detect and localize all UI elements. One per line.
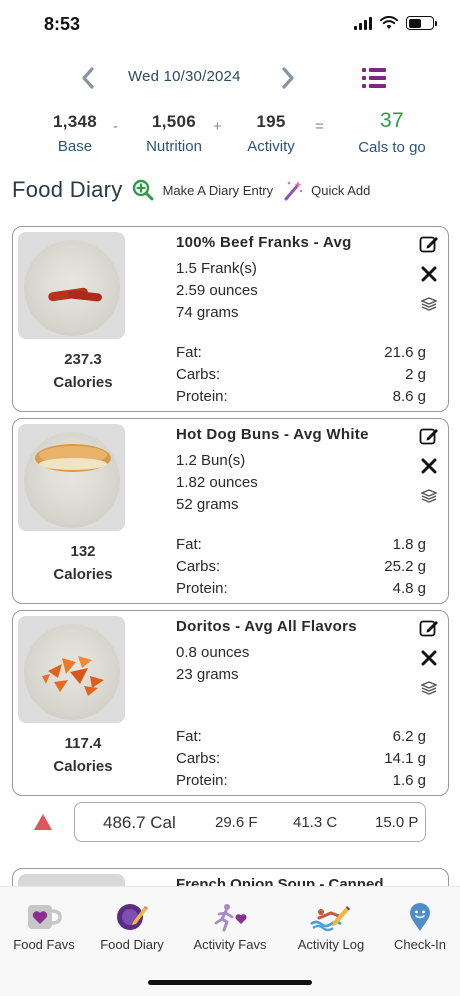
protein-row: Protein: 8.6 g <box>176 388 426 405</box>
location-pin-icon <box>410 903 430 931</box>
calorie-count: 237.3 Calories <box>53 351 113 391</box>
entry-actions <box>418 233 440 323</box>
serving-line: 1.5 Frank(s) <box>176 260 257 277</box>
edit-icon <box>419 620 438 637</box>
date-navigation: Wed 10/30/2024 <box>0 60 460 96</box>
tab-check-in[interactable]: Check-In <box>374 901 460 952</box>
edit-button[interactable] <box>418 233 440 255</box>
serving-line: 2.59 ounces <box>176 282 258 299</box>
carbs-row: Carbs: 14.1 g <box>176 750 426 767</box>
entry-actions <box>418 617 440 707</box>
chevron-left-icon <box>82 67 94 89</box>
plate-pencil-icon <box>117 904 148 930</box>
summary-activity: 195 Activity <box>247 112 295 155</box>
food-photo <box>18 232 125 339</box>
food-entry-card[interactable]: 117.4 Calories Doritos - Avg All Flavors… <box>12 610 449 796</box>
make-diary-entry-link[interactable]: Make A Diary Entry <box>163 183 274 198</box>
close-icon <box>421 458 437 474</box>
calorie-summary: 1,348 Base - 1,506 Nutrition + 195 Activ… <box>0 109 460 164</box>
next-day-button[interactable] <box>276 64 300 92</box>
serving-line: 1.82 ounces <box>176 474 258 491</box>
serving-line: 0.8 ounces <box>176 644 250 661</box>
wifi-icon <box>380 16 398 29</box>
carbs-row: Carbs: 2 g <box>176 366 426 383</box>
battery-icon <box>406 16 437 30</box>
total-calories: 486.7 Cal <box>103 813 176 832</box>
plus-operator: + <box>213 118 222 135</box>
total-protein: 15.0 P <box>375 814 419 831</box>
status-time: 8:53 <box>44 14 81 34</box>
minus-operator: - <box>113 118 118 135</box>
edit-button[interactable] <box>418 425 440 447</box>
signal-icon <box>354 16 372 30</box>
layers-button[interactable] <box>418 677 440 699</box>
chevron-right-icon <box>282 67 294 89</box>
layers-button[interactable] <box>418 485 440 507</box>
zoom-plus-icon <box>132 179 154 201</box>
entry-actions <box>418 425 440 515</box>
status-icons <box>354 16 437 30</box>
runner-heart-icon <box>214 904 247 932</box>
serving-line: 52 grams <box>176 496 239 513</box>
quick-add-link[interactable]: Quick Add <box>311 183 370 198</box>
totals-box[interactable]: 486.7 Cal 29.6 F 41.3 C 15.0 P <box>74 802 426 842</box>
delete-button[interactable] <box>418 263 440 285</box>
delete-button[interactable] <box>418 455 440 477</box>
list-menu-button[interactable] <box>362 64 390 92</box>
total-carbs: 41.3 C <box>293 814 338 831</box>
magic-wand-icon[interactable] <box>283 179 303 201</box>
warning-triangle-icon[interactable] <box>33 813 53 831</box>
fat-row: Fat: 21.6 g <box>176 344 426 361</box>
summary-cals-to-go: 37 Cals to go <box>358 109 426 156</box>
fat-row: Fat: 1.8 g <box>176 536 426 553</box>
heart-mug-icon <box>28 905 62 929</box>
tab-food-favs[interactable]: Food Favs <box>0 901 90 952</box>
food-name: Doritos - Avg All Flavors <box>176 618 357 635</box>
food-photo <box>18 424 125 531</box>
serving-line: 74 grams <box>176 304 239 321</box>
edit-icon <box>419 236 438 253</box>
home-indicator <box>148 980 312 985</box>
tab-activity-log[interactable]: Activity Log <box>285 901 377 952</box>
layers-icon <box>421 681 437 695</box>
food-photo <box>18 616 125 723</box>
battery-fill <box>408 18 422 28</box>
close-icon <box>421 650 437 666</box>
calorie-count: 132 Calories <box>53 543 113 583</box>
food-diary-title: Food Diary <box>12 177 123 202</box>
layers-icon <box>421 489 437 503</box>
daily-totals: 486.7 Cal 29.6 F 41.3 C 15.0 P <box>0 802 460 842</box>
food-entry-card[interactable]: 237.3 Calories 100% Beef Franks - Avg 1.… <box>12 226 449 412</box>
food-diary-header: Food Diary Make A Diary Entry Quick Add <box>12 174 452 206</box>
swimmer-pencil-icon <box>310 906 350 932</box>
equals-operator: = <box>315 118 324 135</box>
previous-day-button[interactable] <box>76 64 100 92</box>
current-date[interactable]: Wed 10/30/2024 <box>128 68 241 85</box>
food-entry-card[interactable]: 132 Calories Hot Dog Buns - Avg White 1.… <box>12 418 449 604</box>
food-name: Hot Dog Buns - Avg White <box>176 426 369 443</box>
add-entry-button[interactable] <box>131 178 155 202</box>
layers-icon <box>421 297 437 311</box>
list-icon <box>362 68 390 72</box>
status-bar: 8:53 <box>0 0 460 50</box>
summary-base: 1,348 Base <box>52 112 98 155</box>
tab-activity-favs[interactable]: Activity Favs <box>184 901 276 952</box>
serving-line: 23 grams <box>176 666 239 683</box>
close-icon <box>421 266 437 282</box>
protein-row: Protein: 4.8 g <box>176 580 426 597</box>
carbs-row: Carbs: 25.2 g <box>176 558 426 575</box>
tab-food-diary[interactable]: Food Diary <box>86 901 178 952</box>
layers-button[interactable] <box>418 293 440 315</box>
serving-line: 1.2 Bun(s) <box>176 452 246 469</box>
summary-nutrition: 1,506 Nutrition <box>146 112 202 155</box>
fat-row: Fat: 6.2 g <box>176 728 426 745</box>
calorie-count: 117.4 Calories <box>53 735 113 775</box>
food-name: 100% Beef Franks - Avg <box>176 234 352 251</box>
delete-button[interactable] <box>418 647 440 669</box>
edit-icon <box>419 428 438 445</box>
total-fat: 29.6 F <box>215 814 258 831</box>
edit-button[interactable] <box>418 617 440 639</box>
protein-row: Protein: 1.6 g <box>176 772 426 789</box>
